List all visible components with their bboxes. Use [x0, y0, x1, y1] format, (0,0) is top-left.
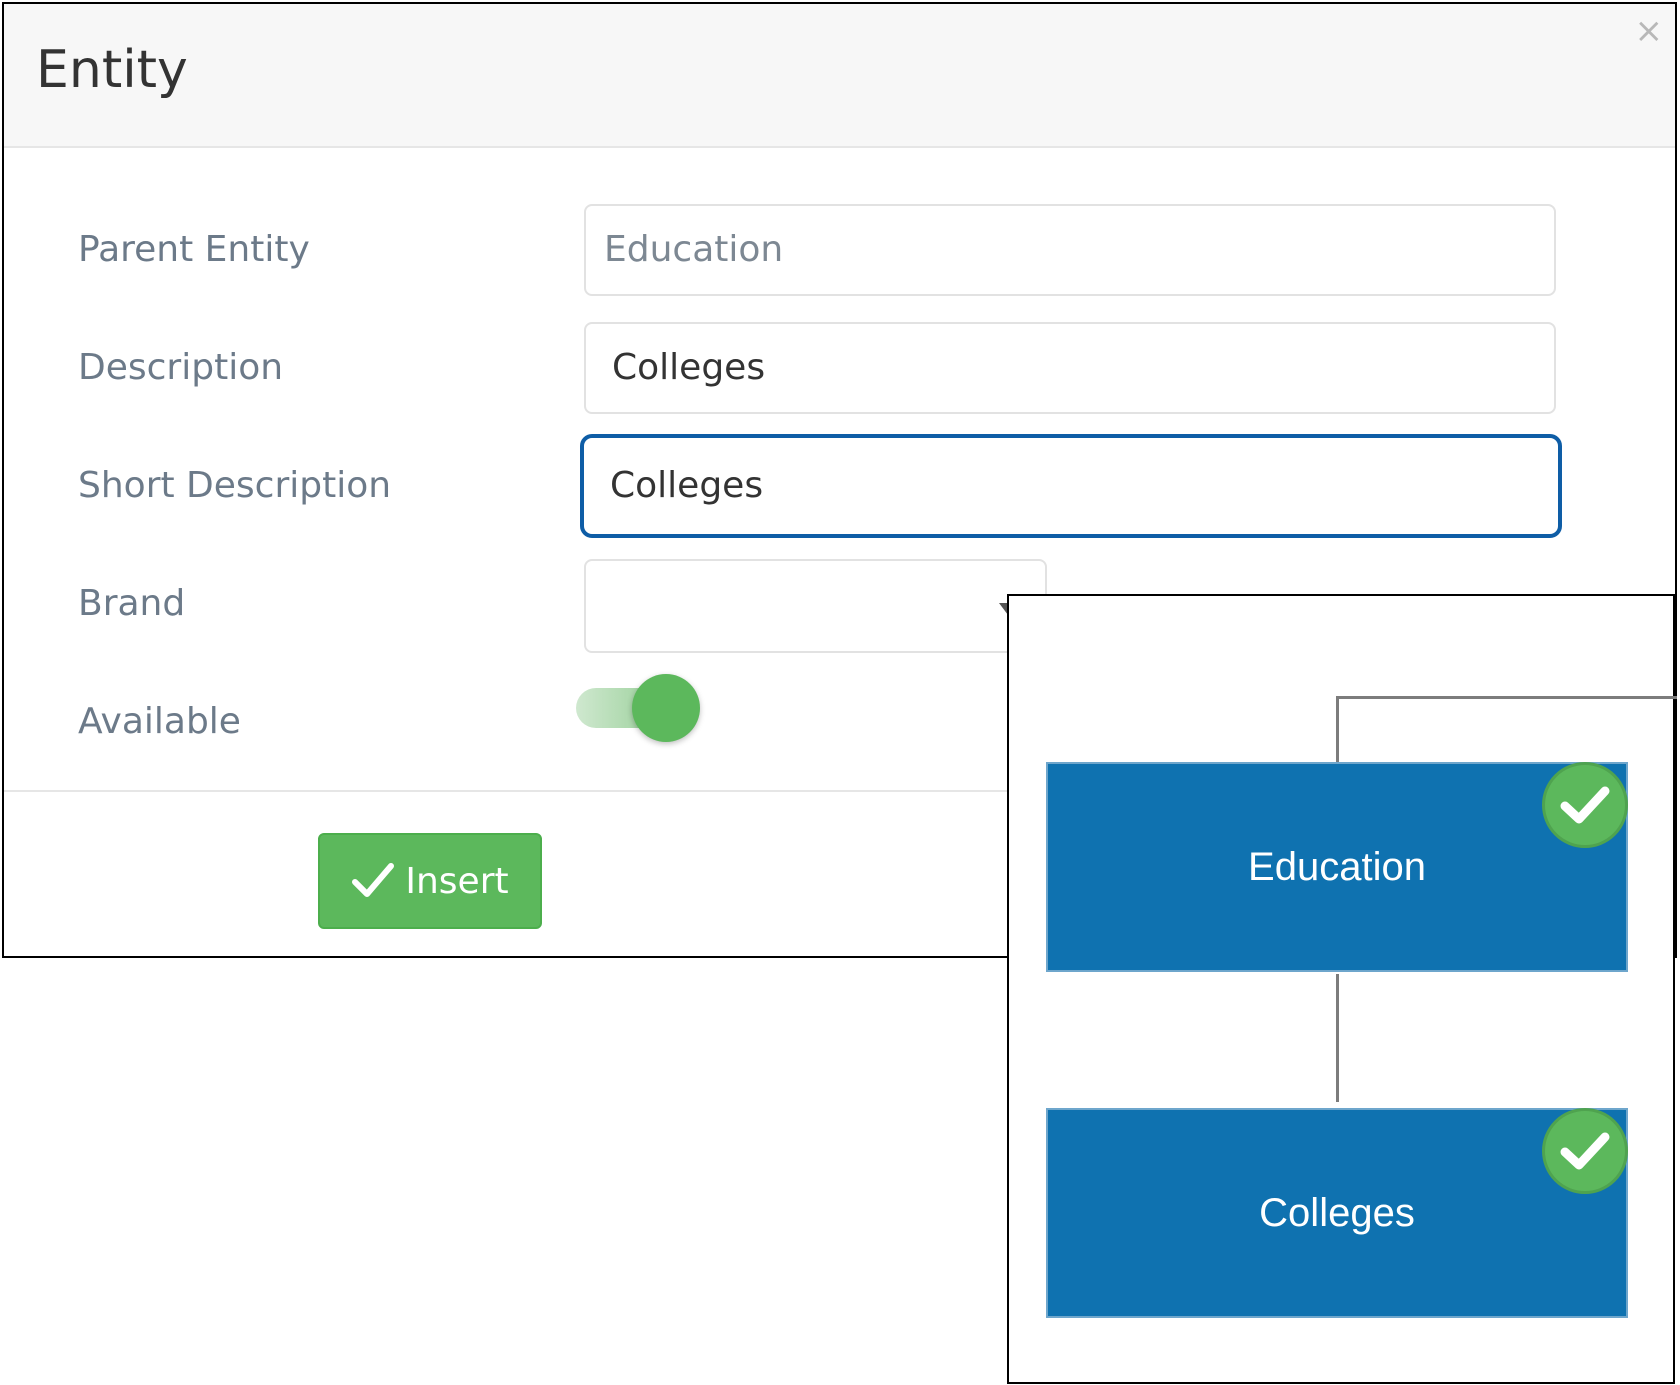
modal-title: Entity	[36, 40, 188, 100]
brand-select[interactable]	[584, 559, 1047, 653]
available-toggle[interactable]	[574, 674, 702, 742]
close-icon[interactable]: ×	[1635, 14, 1664, 48]
brand-label: Brand	[78, 583, 186, 624]
short-description-label: Short Description	[78, 465, 392, 506]
parent-entity-label: Parent Entity	[78, 229, 310, 270]
check-circle-icon	[1542, 1108, 1628, 1194]
connector-between-nodes	[1336, 974, 1339, 1102]
check-circle-icon	[1542, 762, 1628, 848]
hierarchy-node-colleges[interactable]: Colleges	[1046, 1108, 1628, 1318]
node-label: Education	[1248, 844, 1426, 889]
description-label: Description	[78, 347, 284, 388]
checkmark-icon	[352, 863, 395, 897]
parent-entity-field: Education	[584, 204, 1556, 296]
short-description-input[interactable]: Colleges	[580, 434, 1562, 538]
modal-header: Entity	[4, 4, 1675, 148]
connector-horizontal	[1336, 696, 1677, 699]
node-label: Colleges	[1259, 1190, 1415, 1235]
toggle-knob	[632, 674, 700, 742]
available-label: Available	[78, 701, 241, 742]
description-input[interactable]: Colleges	[584, 322, 1556, 414]
hierarchy-panel: Education Colleges	[1007, 594, 1677, 1384]
connector-up	[1336, 696, 1339, 762]
hierarchy-node-education[interactable]: Education	[1046, 762, 1628, 972]
insert-button-label: Insert	[405, 860, 509, 902]
insert-button[interactable]: Insert	[318, 833, 542, 929]
